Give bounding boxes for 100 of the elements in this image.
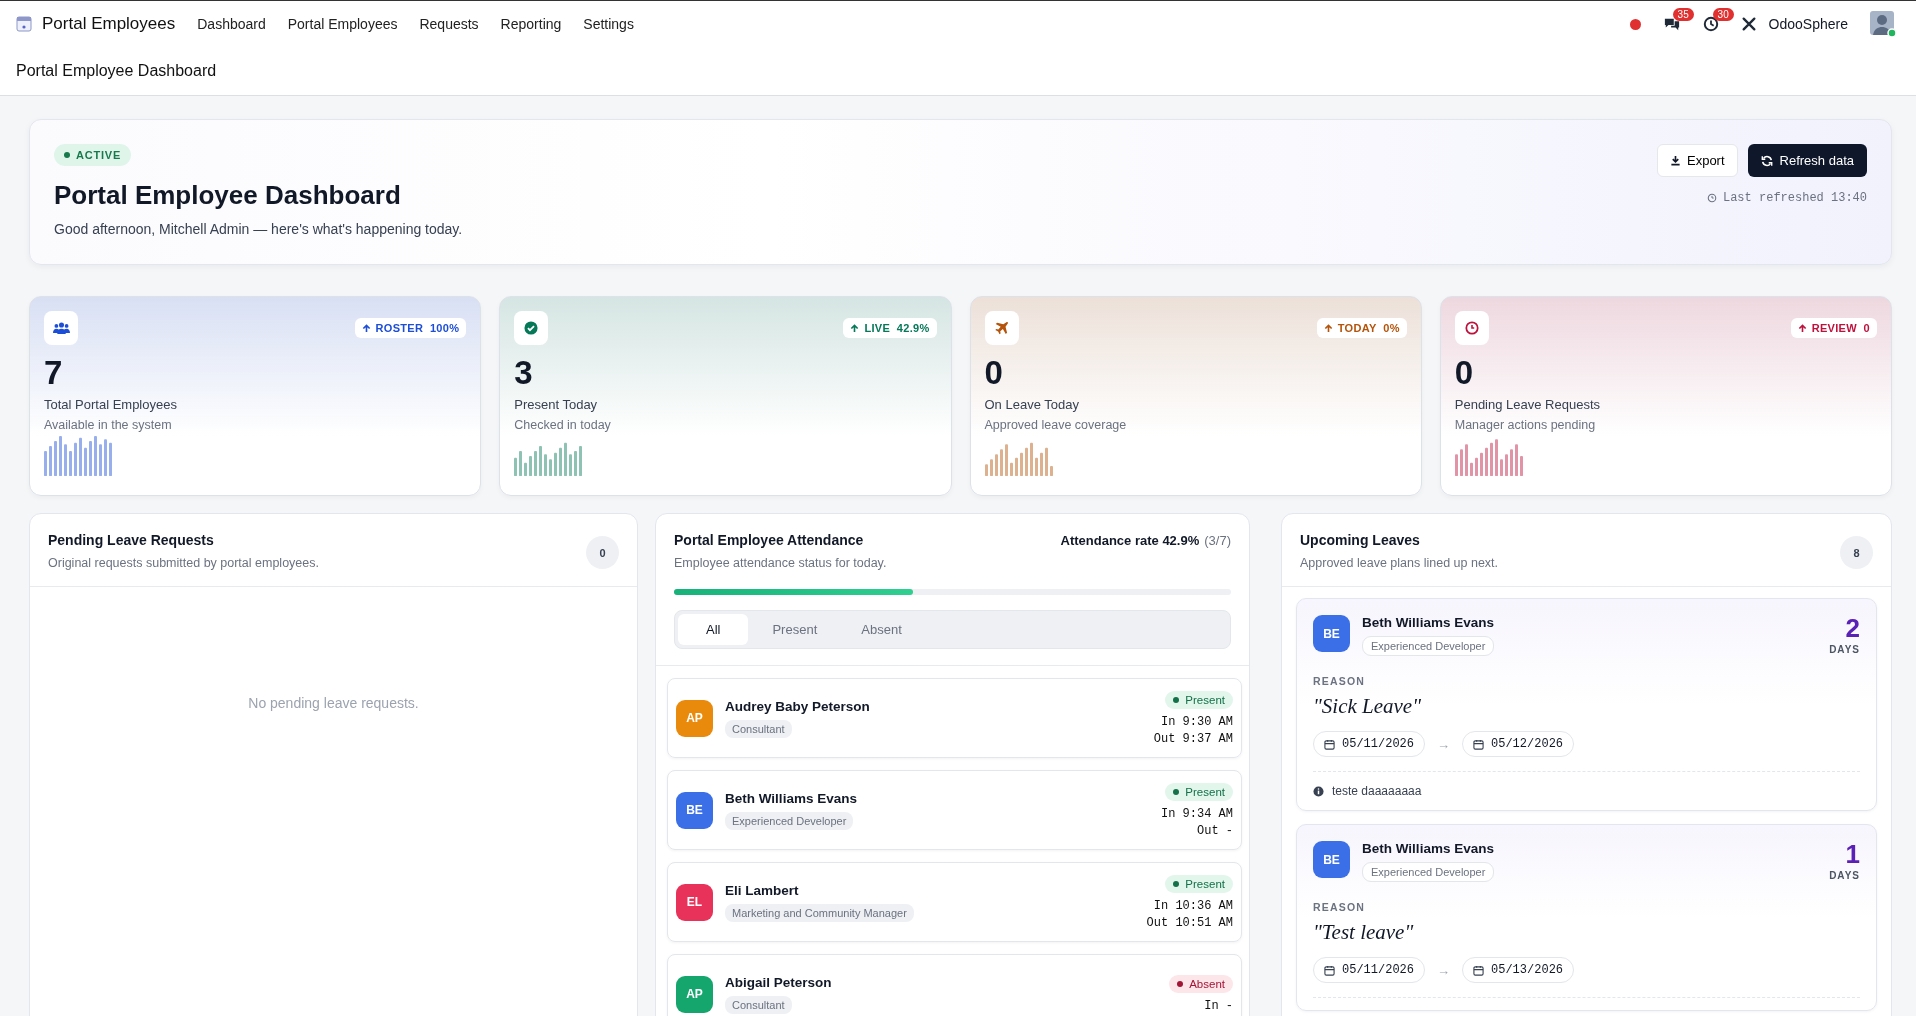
role-tag: Experienced Developer: [1362, 862, 1495, 882]
date-text: 05/11/2026: [1342, 737, 1414, 751]
stat-label: On Leave Today: [984, 397, 1080, 413]
sparkline-bars-drawing: [1454, 436, 1525, 477]
employee-card[interactable]: EL Eli Lambert Marketing and Community Manager Present In 10:36 AM Out 10:51 AM: [667, 862, 1242, 942]
arrow-up-icon: [1323, 323, 1333, 333]
count-badge: 0: [586, 536, 619, 569]
trend-text: LIVE 42.9%: [864, 322, 930, 334]
stat-caption: Checked in today: [514, 418, 612, 433]
leave-note: teste daaaaaaaa: [1332, 784, 1422, 798]
stat-value: 3: [514, 355, 534, 392]
arrow-up-icon: [1797, 323, 1807, 333]
status-badge: Present: [1165, 782, 1233, 801]
days-count: 1: [1845, 841, 1860, 867]
status-badge: Present: [1165, 690, 1233, 709]
arrow-up-icon: [361, 323, 371, 333]
export-button[interactable]: Export: [1657, 144, 1738, 177]
menu-item[interactable]: Requests: [419, 16, 479, 32]
date-text: 05/13/2026: [1491, 963, 1564, 977]
employee-card[interactable]: BE Beth Williams Evans Experienced Developer Present In 9:34 AM Out -: [667, 770, 1242, 850]
info-icon: [1313, 785, 1324, 797]
panel-subtitle: Employee attendance status for today.: [674, 556, 888, 570]
role-tag: Experienced Developer: [1362, 636, 1495, 656]
company-name[interactable]: OdooSphere: [1768, 16, 1848, 32]
check-in-time: In 9:34 AM: [1161, 806, 1233, 821]
days-label: DAYS: [1829, 870, 1860, 881]
role-tag: Experienced Developer: [725, 811, 854, 830]
menu-item[interactable]: Settings: [583, 16, 634, 32]
date-text: 05/12/2026: [1491, 737, 1564, 751]
reason-label: REASON: [1313, 901, 1367, 913]
attendance-rate: Attendance rate 42.9%: [1060, 532, 1200, 548]
days-count: 2: [1845, 615, 1860, 641]
refresh-icon: [1760, 154, 1773, 167]
stat-label: Pending Leave Requests: [1454, 397, 1602, 413]
check-out-time: Out -: [1197, 823, 1233, 838]
arrow-up-icon: [850, 323, 860, 333]
panel-subtitle: Original requests submitted by portal employees.: [48, 556, 319, 570]
refresh-button[interactable]: Refresh data: [1747, 144, 1867, 177]
initials-avatar: AP: [676, 699, 713, 737]
count-badge: 8: [1840, 536, 1873, 569]
role-tag: Consultant: [725, 995, 792, 1014]
status-badge: ACTIVE: [54, 144, 132, 166]
menu-item[interactable]: Reporting: [500, 16, 562, 32]
last-refreshed-text: Last refreshed 13:40: [1722, 191, 1867, 205]
app-logo-icon[interactable]: [16, 16, 32, 32]
check-out-time: Out 10:51 AM: [1146, 915, 1233, 930]
calendar-icon: [1473, 738, 1484, 750]
calendar-icon: [1324, 738, 1335, 750]
initials-avatar: BE: [1313, 841, 1350, 878]
user-avatar[interactable]: [1870, 11, 1896, 37]
app-title[interactable]: Portal Employees: [42, 14, 176, 34]
filter-tab[interactable]: Absent: [841, 614, 922, 645]
role-tag: Marketing and Community Manager: [725, 903, 914, 922]
clock-icon[interactable]: [1702, 16, 1719, 32]
employee-card[interactable]: AP Audrey Baby Peterson Consultant Present In 9:30 AM Out 9:37 AM: [667, 678, 1242, 758]
recording-dot-icon[interactable]: [1629, 18, 1641, 30]
dashboard-title: Portal Employee Dashboard: [54, 180, 402, 211]
status-badge: Absent: [1169, 975, 1233, 993]
notification-badge: 35: [1672, 8, 1694, 21]
initials-avatar: AP: [676, 975, 713, 1013]
menu-item[interactable]: Portal Employees: [287, 16, 398, 32]
download-icon: [1670, 155, 1681, 166]
panel-title: Portal Employee Attendance: [674, 532, 864, 548]
calendar-icon: [1473, 964, 1484, 976]
empty-state-text: No pending leave requests.: [247, 695, 420, 711]
panel-title: Upcoming Leaves: [1300, 532, 1421, 548]
employee-name: Beth Williams Evans: [1362, 841, 1494, 856]
employee-name: Abigail Peterson: [725, 974, 832, 990]
employee-name: Audrey Baby Peterson: [725, 698, 870, 714]
leave-reason: "Test leave": [1313, 920, 1415, 945]
filter-tab[interactable]: Present: [752, 614, 838, 645]
clock-icon: [1706, 193, 1717, 203]
trend-text: ROSTER 100%: [375, 322, 460, 334]
leave-reason: "Sick Leave": [1313, 694, 1422, 719]
trend-text: REVIEW 0: [1811, 322, 1870, 334]
check-in-time: In 10:36 AM: [1153, 898, 1233, 913]
menu-item[interactable]: Dashboard: [197, 16, 266, 32]
initials-avatar: BE: [676, 791, 713, 829]
panel-title: Pending Leave Requests: [48, 532, 215, 548]
panel-subtitle: Approved leave plans lined up next.: [1300, 556, 1499, 570]
chat-icon[interactable]: [1662, 16, 1681, 32]
stat-value: 0: [1454, 355, 1475, 392]
stat-caption: Available in the system: [44, 418, 173, 433]
status-badge: Present: [1165, 874, 1233, 893]
employee-name: Eli Lambert: [725, 882, 799, 898]
days-label: DAYS: [1829, 644, 1860, 655]
notification-badge: 30: [1712, 8, 1734, 21]
filter-tab[interactable]: All: [678, 614, 749, 645]
check-in-time: In 9:30 AM: [1161, 714, 1233, 729]
check-out-time: Out 9:37 AM: [1153, 731, 1233, 746]
sparkline-bars-drawing: [44, 436, 114, 477]
employee-name: Beth Williams Evans: [1362, 615, 1494, 630]
role-tag: Consultant: [725, 719, 792, 738]
stat-value: 7: [44, 355, 64, 392]
stat-label: Present Today: [514, 397, 599, 413]
stat-caption: Approved leave coverage: [984, 418, 1128, 433]
date-arrow: →: [1437, 736, 1450, 752]
stat-label: Total Portal Employees: [44, 397, 178, 413]
employee-card[interactable]: AP Abigail Peterson Consultant Absent In -: [667, 954, 1242, 1016]
trend-text: TODAY 0%: [1337, 322, 1400, 334]
